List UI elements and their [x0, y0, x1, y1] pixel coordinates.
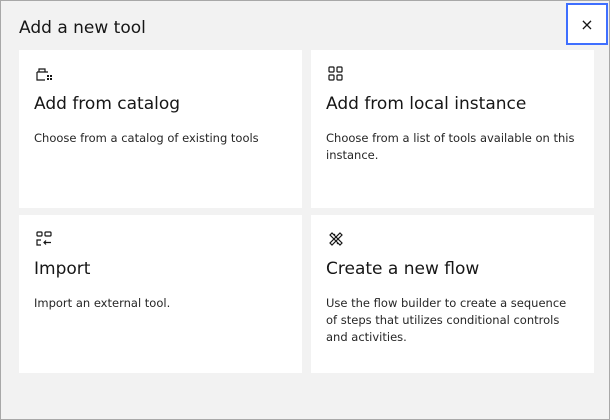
grid-icon — [328, 66, 343, 81]
close-button[interactable]: × — [566, 3, 608, 45]
tile-title: Add from catalog — [34, 94, 181, 114]
flow-icon — [329, 232, 343, 246]
tile-create-new-flow[interactable]: Create a new flow Use the flow builder t… — [311, 215, 594, 373]
tile-title: Create a new flow — [326, 259, 480, 279]
close-icon: × — [580, 14, 594, 34]
catalog-icon — [36, 68, 52, 81]
import-icon — [36, 231, 52, 246]
tile-description: Choose from a catalog of existing tools — [34, 131, 259, 145]
tile-description: Choose from a list of tools available on… — [326, 131, 575, 162]
tile-title: Import — [34, 259, 91, 279]
tile-description: Use the flow builder to create a sequenc… — [326, 296, 567, 344]
modal-title: Add a new tool — [19, 18, 146, 38]
tile-add-from-catalog[interactable]: Add from catalog Choose from a catalog o… — [19, 50, 302, 208]
tile-description: Import an external tool. — [34, 296, 171, 310]
tile-add-from-local-instance[interactable]: Add from local instance Choose from a li… — [311, 50, 594, 208]
tile-import[interactable]: Import Import an external tool. — [19, 215, 302, 373]
tile-title: Add from local instance — [326, 94, 527, 114]
add-tool-modal: Add a new tool × Add from catalog Choose… — [0, 0, 610, 420]
